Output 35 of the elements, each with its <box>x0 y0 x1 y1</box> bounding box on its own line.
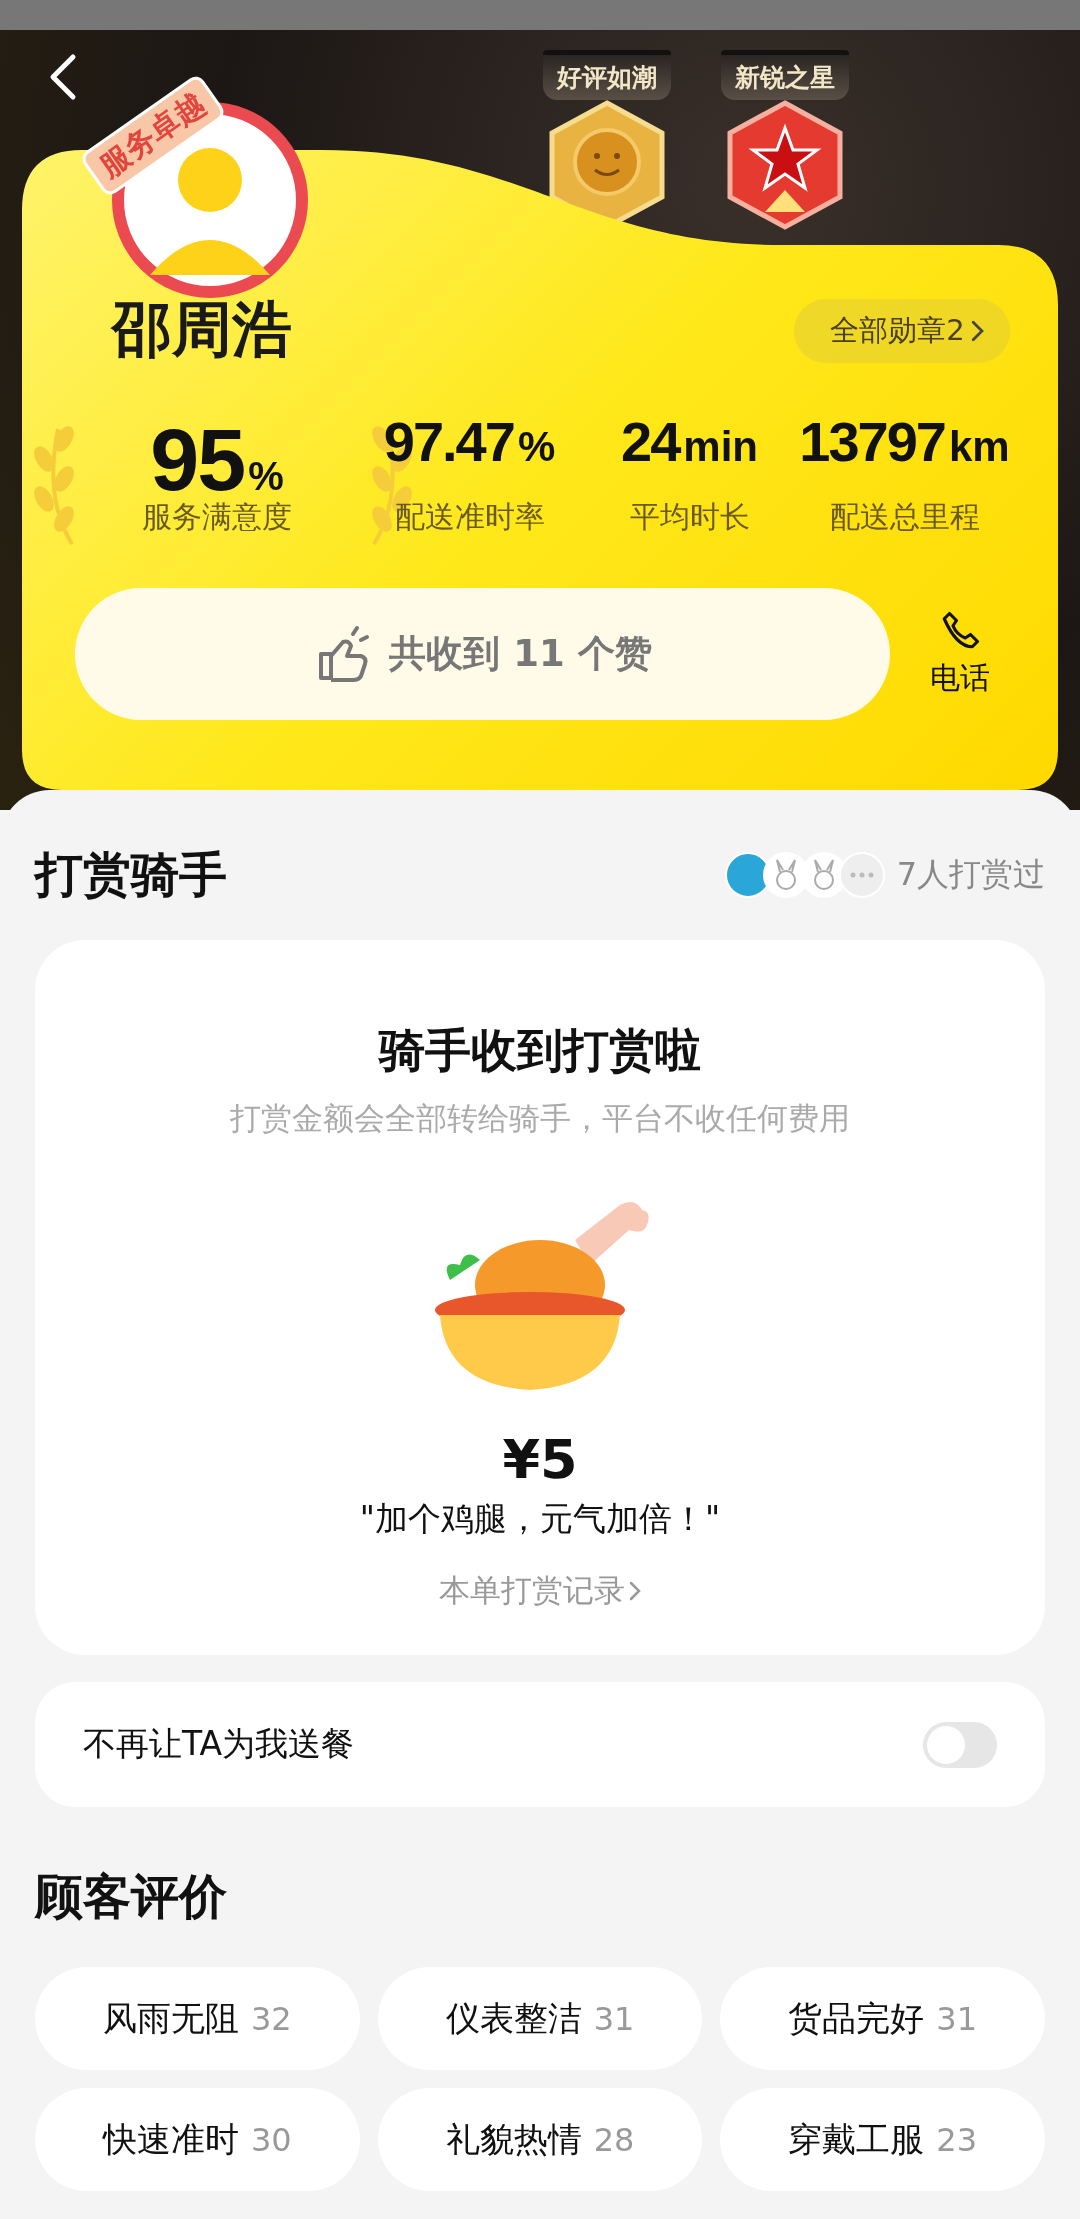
likes-button[interactable]: 共收到 11 个赞 <box>75 588 890 720</box>
section-title: 顾客评价 <box>35 1867 227 1926</box>
block-rider-label: 不再让TA为我送餐 <box>83 1723 355 1765</box>
review-tag[interactable]: 穿戴工服 23 <box>720 2088 1045 2191</box>
review-tag[interactable]: 礼貌热情 28 <box>377 2088 703 2191</box>
stat-unit: km <box>949 423 1010 471</box>
review-tag[interactable]: 快速准时 30 <box>35 2088 360 2191</box>
badge-title: 新锐之星 <box>721 50 849 100</box>
stat-value: 97.47 <box>383 409 514 474</box>
chevron-right-icon <box>629 1581 641 1601</box>
stat-unit: min <box>683 423 758 471</box>
badge-title: 好评如潮 <box>543 50 671 100</box>
phone-button[interactable]: 电话 <box>930 609 990 699</box>
block-rider-toggle[interactable] <box>923 1721 997 1768</box>
review-tag[interactable]: 货品完好 31 <box>720 1967 1045 2070</box>
stat-label: 平均时长 <box>629 498 750 536</box>
star-medal-icon <box>725 100 845 230</box>
stat-label: 配送准时率 <box>394 498 545 536</box>
tip-subtitle: 打赏金额会全部转给骑手，平台不收任何费用 <box>230 1099 850 1138</box>
rewarder-count: 7人打赏过 <box>896 854 1045 895</box>
stat-unit: % <box>517 423 556 471</box>
stat-unit: % <box>248 454 284 499</box>
stat-value: 13797 <box>799 409 945 474</box>
chevron-right-icon <box>970 319 984 342</box>
more-avatar <box>838 852 885 898</box>
tip-amount: ¥5 <box>502 1428 578 1491</box>
review-tag[interactable]: 仪表整洁 31 <box>377 1967 703 2070</box>
all-badges-button[interactable]: 全部勋章2 <box>794 298 1010 363</box>
tip-title: 骑手收到打赏啦 <box>379 1022 701 1079</box>
tip-message: "加个鸡腿，元气加倍！" <box>359 1498 721 1540</box>
stat-label: 配送总里程 <box>829 498 980 536</box>
rider-name: 邵周浩 <box>112 293 292 366</box>
review-tag[interactable]: 风雨无阻 32 <box>35 1967 360 2070</box>
stat-value: 24 <box>621 409 680 474</box>
section-title: 打赏骑手 <box>35 845 227 904</box>
